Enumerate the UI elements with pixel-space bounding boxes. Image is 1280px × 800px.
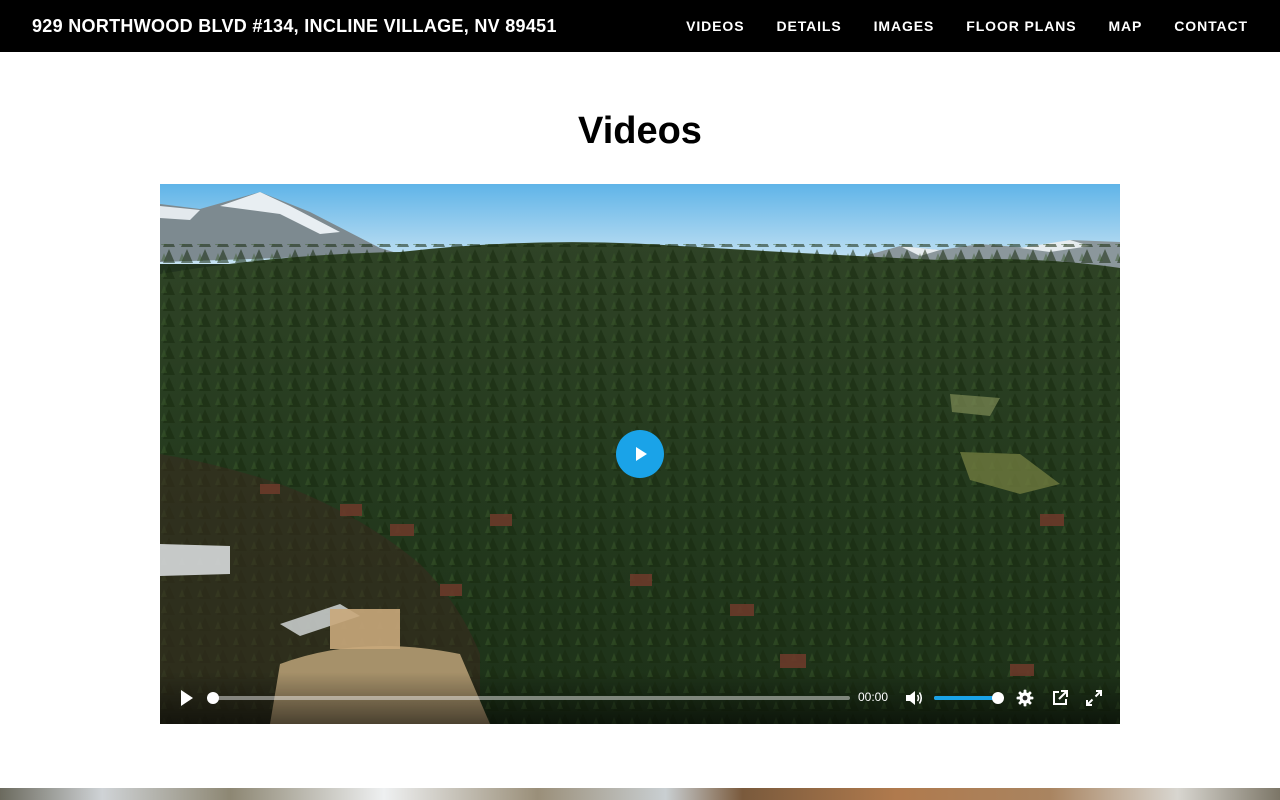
volume-icon bbox=[906, 691, 923, 705]
external-link-icon bbox=[1053, 690, 1068, 705]
current-time: 00:00 bbox=[857, 690, 889, 704]
settings-button[interactable] bbox=[1013, 686, 1037, 710]
next-section-image bbox=[0, 788, 1280, 800]
nav-details[interactable]: DETAILS bbox=[776, 18, 841, 34]
nav-images[interactable]: IMAGES bbox=[874, 18, 935, 34]
seek-bar[interactable] bbox=[212, 696, 850, 700]
play-button[interactable] bbox=[174, 686, 198, 710]
play-icon bbox=[636, 447, 647, 461]
video-controls-bar: 00:00 bbox=[160, 672, 1120, 724]
mute-button[interactable] bbox=[902, 686, 926, 710]
video-player[interactable]: 00:00 bbox=[160, 184, 1120, 724]
section-title: Videos bbox=[578, 110, 702, 152]
popout-button[interactable] bbox=[1048, 686, 1072, 710]
volume-slider[interactable] bbox=[934, 696, 998, 700]
gear-icon bbox=[1016, 689, 1034, 707]
play-icon bbox=[181, 690, 193, 706]
volume-handle[interactable] bbox=[992, 692, 1004, 704]
big-play-button[interactable] bbox=[616, 430, 664, 478]
nav-contact[interactable]: CONTACT bbox=[1174, 18, 1248, 34]
nav-videos[interactable]: VIDEOS bbox=[686, 18, 744, 34]
main-nav: VIDEOS DETAILS IMAGES FLOOR PLANS MAP CO… bbox=[686, 18, 1248, 34]
nav-floor-plans[interactable]: FLOOR PLANS bbox=[966, 18, 1076, 34]
top-header: 929 NORTHWOOD BLVD #134, INCLINE VILLAGE… bbox=[0, 0, 1280, 52]
volume-level bbox=[934, 696, 998, 700]
property-address-title: 929 NORTHWOOD BLVD #134, INCLINE VILLAGE… bbox=[32, 15, 557, 36]
seek-handle[interactable] bbox=[207, 692, 219, 704]
nav-map[interactable]: MAP bbox=[1108, 18, 1142, 34]
fullscreen-button[interactable] bbox=[1082, 686, 1106, 710]
fullscreen-icon bbox=[1086, 690, 1102, 706]
